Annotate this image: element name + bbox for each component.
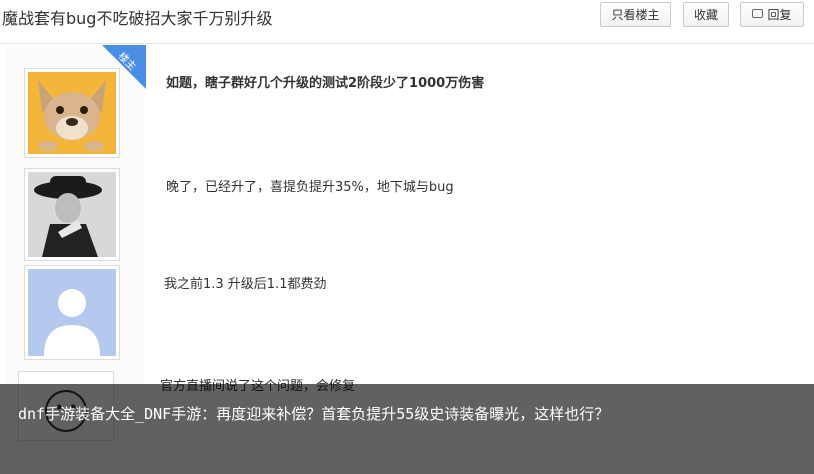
thread-header: 魔战套有bug不吃破招大家千万别升级 只看楼主 收藏 回复: [0, 0, 814, 44]
post-text: 如题，瞎子群好几个升级的测试2阶段少了1000万伤害: [166, 76, 485, 91]
post-text: 我之前1.3 升级后1.1都费劲: [164, 277, 327, 292]
comment-icon: [752, 9, 764, 18]
thread-title: 魔战套有bug不吃破招大家千万别升级: [2, 9, 273, 28]
only-op-button[interactable]: 只看楼主: [600, 2, 671, 27]
caption-overlay: dnf手游装备大全_DNF手游：再度迎来补偿？首套负提升55级史诗装备曝光，这样…: [0, 384, 814, 474]
default-avatar[interactable]: [24, 265, 120, 360]
collect-button[interactable]: 收藏: [683, 2, 729, 27]
reply-button-label: 回复: [767, 8, 792, 22]
post-text: 晚了，已经升了，喜提负提升35%，地下城与bug: [166, 180, 454, 195]
hat-person-avatar[interactable]: [24, 168, 120, 261]
reply-button[interactable]: 回复: [740, 2, 804, 27]
caption-text: dnf手游装备大全_DNF手游：再度迎来补偿？首套负提升55级史诗装备曝光，这样…: [18, 405, 610, 423]
dog-avatar[interactable]: [24, 68, 120, 158]
